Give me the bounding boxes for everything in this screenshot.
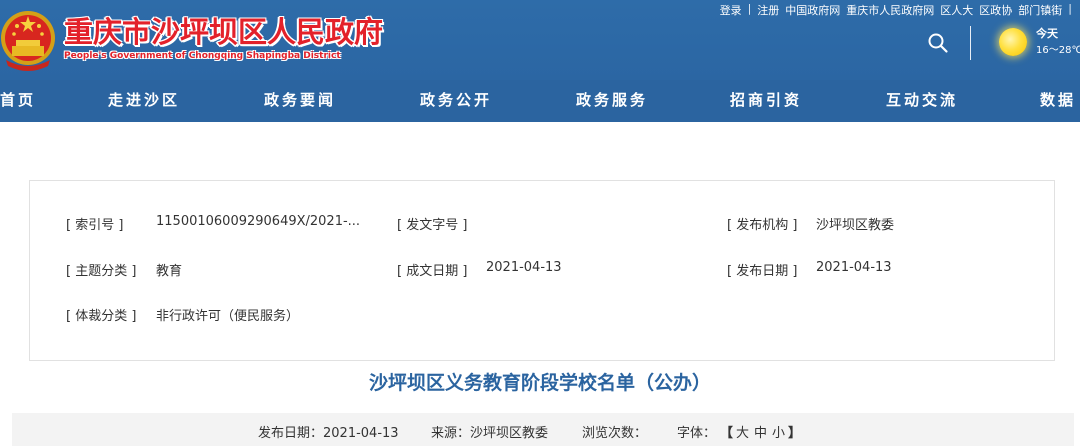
nav-item-news[interactable]: 政务要闻 <box>264 89 336 110</box>
created-date-label: [ 成文日期 ] <box>397 264 468 279</box>
published-date-label: [ 发布日期 ] <box>727 264 798 279</box>
chongqing-gov-link[interactable]: 重庆市人民政府网 <box>846 2 934 18</box>
nav-item-interaction[interactable]: 互动交流 <box>886 89 958 110</box>
genre-label: [ 体裁分类 ] <box>66 309 137 324</box>
site-subtitle: People's Government of Chongqing Shaping… <box>64 51 341 61</box>
departments-link[interactable]: 部门镇街 <box>1018 2 1062 18</box>
nav-item-home[interactable]: 首页 <box>0 89 36 110</box>
topic-value: 教育 <box>156 264 183 279</box>
document-meta-box: [ 索引号 ] 11500106009290649X/2021-... [ 发文… <box>29 180 1055 361</box>
district-npc-link[interactable]: 区人大 <box>940 2 973 18</box>
font-size-medium-button[interactable]: 中 <box>754 422 767 441</box>
district-cppcc-link[interactable]: 区政协 <box>979 2 1012 18</box>
font-size-label: 字体： <box>677 426 717 441</box>
nav-item-data[interactable]: 数据 <box>1040 89 1076 110</box>
font-size-small-button[interactable]: 小 <box>772 422 785 441</box>
nav-item-investment[interactable]: 招商引资 <box>730 89 802 110</box>
nav-item-open-government[interactable]: 政务公开 <box>420 89 492 110</box>
created-date-value: 2021-04-13 <box>486 260 562 275</box>
document-number-label: [ 发文字号 ] <box>397 218 468 233</box>
top-link-separator: | <box>747 2 752 15</box>
top-links: 登录 | 注册 中国政府网 重庆市人民政府网 区人大 区政协 部门镇街 | <box>720 2 1072 18</box>
top-link-separator: | <box>1068 2 1072 15</box>
index-number-value: 11500106009290649X/2021-... <box>156 214 361 229</box>
publisher-label: [ 发布机构 ] <box>727 218 798 233</box>
search-icon[interactable] <box>927 32 949 54</box>
sun-icon <box>999 28 1027 56</box>
site-header: 重庆市沙坪坝区人民政府 People's Government of Chong… <box>0 0 1080 122</box>
nav-item-government-services[interactable]: 政务服务 <box>576 89 648 110</box>
publisher-value: 沙坪坝区教委 <box>816 218 895 233</box>
china-gov-link[interactable]: 中国政府网 <box>785 2 840 18</box>
site-title[interactable]: 重庆市沙坪坝区人民政府 <box>64 9 383 51</box>
national-emblem-icon <box>1 11 55 71</box>
header-banner: 重庆市沙坪坝区人民政府 People's Government of Chong… <box>0 0 1080 80</box>
index-number-label: [ 索引号 ] <box>66 218 124 233</box>
header-divider <box>970 26 971 60</box>
publish-date: 发布日期：2021-04-13 <box>258 426 399 441</box>
font-size-bracket-close: 】 <box>788 426 802 441</box>
published-date-value: 2021-04-13 <box>816 260 892 275</box>
view-count: 浏览次数： <box>582 426 648 441</box>
topic-label: [ 主题分类 ] <box>66 264 137 279</box>
main-nav: 首页 走进沙区 政务要闻 政务公开 政务服务 招商引资 互动交流 数据 <box>0 80 1080 122</box>
register-link[interactable]: 注册 <box>757 2 779 18</box>
login-link[interactable]: 登录 <box>720 2 742 18</box>
nav-item-about-district[interactable]: 走进沙区 <box>108 89 180 110</box>
article-source: 来源：沙坪坝区教委 <box>431 426 549 441</box>
font-size-large-button[interactable]: 大 <box>736 422 749 441</box>
genre-value: 非行政许可（便民服务） <box>156 309 300 324</box>
weather-label: 今天 <box>1036 27 1058 40</box>
article-info-bar: 发布日期：2021-04-13 来源：沙坪坝区教委 浏览次数： 字体： 【 大 … <box>12 413 1074 446</box>
font-size-bracket-open: 【 <box>720 426 734 441</box>
article-title: 沙坪坝区义务教育阶段学校名单（公办） <box>368 372 711 394</box>
weather-temperature: 16～28℃ <box>1036 45 1080 56</box>
